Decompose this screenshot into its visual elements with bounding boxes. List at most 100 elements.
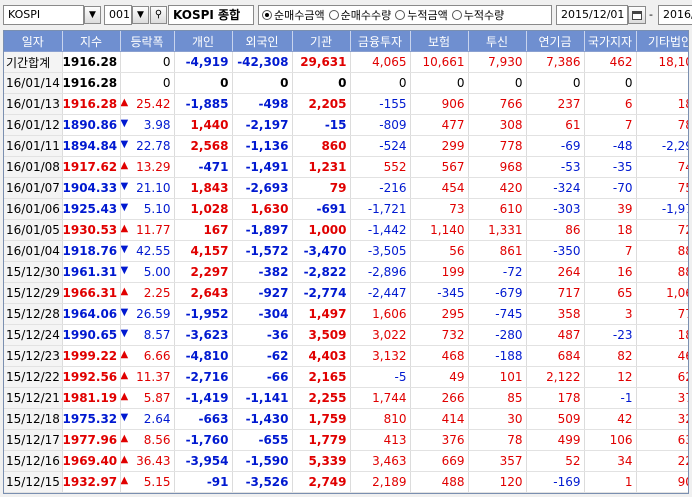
end-date-input[interactable]: 2016/ <box>658 5 692 25</box>
change-value: 36.43 <box>136 454 171 468</box>
table-row[interactable]: 16/01/05 1930.53 ▲ 11.77 167 -1,897 1,000 -1,44… <box>4 219 688 241</box>
value-cell: 1,630 <box>232 198 293 220</box>
start-date-input[interactable]: 2015/12/01 <box>556 5 628 25</box>
value-cell: -91 <box>174 471 233 493</box>
table-row[interactable]: 15/12/24 1990.65 ▼ 8.57 -3,623 -36 3,509 3,022 7… <box>4 324 688 346</box>
change-value: 21.10 <box>136 181 171 195</box>
table-row[interactable]: 16/01/06 1925.43 ▼ 5.10 1,028 1,630 -691 -1,721… <box>4 198 688 220</box>
table-row[interactable]: 15/12/29 1966.31 ▲ 2.25 2,643 -927 -2,774 -2,44… <box>4 282 688 304</box>
triangle-down-icon: ▼ <box>120 181 129 192</box>
table-row[interactable]: 15/12/28 1964.06 ▼ 26.59 -1,952 -304 1,497 1,60… <box>4 303 688 325</box>
code-input[interactable]: 001 <box>104 5 132 25</box>
column-header[interactable]: 등락폭 <box>120 31 175 52</box>
column-header[interactable]: 투신 <box>468 31 527 52</box>
index-cell: 1932.97 <box>62 471 121 493</box>
table-row[interactable]: 16/01/07 1904.33 ▼ 21.10 1,843 -2,693 79 -216 45… <box>4 177 688 199</box>
date-cell: 15/12/23 <box>4 345 63 367</box>
table-row[interactable]: 15/12/141927.82▼20.80-1,478-2,6213,4362,… <box>4 492 688 493</box>
table-row[interactable]: 15/12/16 1969.40 ▲ 36.43 -3,954 -1,590 5,339 3,… <box>4 450 688 472</box>
date-cell: 16/01/07 <box>4 177 63 199</box>
value-cell: 18,100 <box>636 51 688 73</box>
radio-option[interactable]: 누적금액 <box>395 7 448 23</box>
table-row[interactable]: 15/12/30 1961.31 ▼ 5.00 2,297 -382 -2,822 -2,89… <box>4 261 688 283</box>
table-row[interactable]: 15/12/23 1999.22 ▲ 6.66 -4,810 -62 4,403 3,132 4… <box>4 345 688 367</box>
value-cell: -1,491 <box>232 156 293 178</box>
column-header[interactable]: 금융투자 <box>350 31 411 52</box>
calendar-icon[interactable] <box>628 6 646 24</box>
table-row[interactable]: 기간합계 1916.28 0 -4,919 -42,308 29,631 4,065 10,6… <box>4 51 688 73</box>
table-row[interactable]: 16/01/08 1917.62 ▲ 13.29 -471 -1,491 1,231 552 5… <box>4 156 688 178</box>
date-range-separator: - <box>649 8 653 21</box>
date-cell: 15/12/21 <box>4 387 63 409</box>
index-cell: 1925.43 <box>62 198 121 220</box>
column-header[interactable]: 국가지자 <box>584 31 637 52</box>
change-value: 42.55 <box>136 244 171 258</box>
radio-option[interactable]: 순매수수량 <box>328 7 391 23</box>
table-row[interactable]: 16/01/04 1918.76 ▼ 42.55 4,157 -1,572 -3,470 -3… <box>4 240 688 262</box>
value-cell: -1,442 <box>350 219 411 241</box>
radio-option[interactable]: 누적수량 <box>451 7 504 23</box>
value-cell: 82 <box>584 345 637 367</box>
search-button[interactable]: ⚲ <box>150 6 167 24</box>
index-cell: 1992.56 <box>62 366 121 388</box>
search-icon: ⚲ <box>154 9 163 20</box>
table-row[interactable]: 16/01/11 1894.84 ▼ 22.78 2,568 -1,136 860 -524 2… <box>4 135 688 157</box>
value-cell: 16 <box>584 261 637 283</box>
table-row[interactable]: 16/01/13 1916.28 ▲ 25.42 -1,885 -498 2,205 -155… <box>4 93 688 115</box>
change-cell: ▲ 13.29 <box>120 156 175 178</box>
value-cell: 79 <box>292 177 351 199</box>
value-cell: 2,568 <box>174 135 233 157</box>
triangle-down-icon: ▼ <box>120 328 129 339</box>
value-cell: -304 <box>232 303 293 325</box>
index-cell: 1966.31 <box>62 282 121 304</box>
triangle-up-icon: ▲ <box>120 349 129 360</box>
value-cell: -188 <box>468 345 527 367</box>
column-header[interactable]: 일자 <box>4 31 63 52</box>
table-row[interactable]: 15/12/15 1932.97 ▲ 5.15 -91 -3,526 2,749 2,189 4… <box>4 471 688 493</box>
value-cell: 167 <box>174 219 233 241</box>
value-cell: 264 <box>526 261 585 283</box>
value-cell: 462 <box>584 51 637 73</box>
column-header[interactable]: 기관 <box>292 31 351 52</box>
date-cell: 15/12/15 <box>4 471 63 493</box>
column-header[interactable]: 보험 <box>410 31 469 52</box>
value-cell: -15 <box>292 114 351 136</box>
table-row[interactable]: 16/01/141916.280000000000 <box>4 72 688 94</box>
date-cell: 16/01/12 <box>4 114 63 136</box>
value-cell: -1,952 <box>174 303 233 325</box>
value-cell: 39 <box>584 198 637 220</box>
change-cell: ▼ 5.00 <box>120 261 175 283</box>
code-dropdown-button[interactable]: ▼ <box>132 6 149 24</box>
table-row[interactable]: 15/12/21 1981.19 ▲ 5.87 -1,419 -1,141 2,255 1,7… <box>4 387 688 409</box>
change-cell: ▲ 25.42 <box>120 93 175 115</box>
value-cell: -3,505 <box>350 240 411 262</box>
change-value: 5.87 <box>143 391 171 405</box>
value-cell: 4,157 <box>174 240 233 262</box>
table-row[interactable]: 16/01/12 1890.86 ▼ 3.98 1,440 -2,197 -15 -809 47… <box>4 114 688 136</box>
column-header[interactable]: 개인 <box>174 31 233 52</box>
date-cell: 15/12/18 <box>4 408 63 430</box>
column-header[interactable]: 연기금 <box>526 31 585 52</box>
value-cell: 3,132 <box>350 345 411 367</box>
radio-option[interactable]: 순매수금액 <box>262 7 325 23</box>
market-select[interactable]: KOSPI <box>3 5 84 25</box>
value-cell: 10,661 <box>410 51 469 73</box>
column-header[interactable]: 기타법인 <box>636 31 688 52</box>
value-cell: 101 <box>468 366 527 388</box>
market-dropdown-button[interactable]: ▼ <box>84 6 101 24</box>
value-cell: 420 <box>468 177 527 199</box>
column-header[interactable]: 외국인 <box>232 31 293 52</box>
value-cell: 178 <box>526 387 585 409</box>
value-cell: 3,022 <box>350 324 411 346</box>
column-header[interactable]: 지수 <box>62 31 121 52</box>
date-cell: 16/01/13 <box>4 93 63 115</box>
table-row[interactable]: 15/12/18 1975.32 ▼ 2.64 -663 -1,430 1,759 810 41… <box>4 408 688 430</box>
value-cell: -1,430 <box>232 408 293 430</box>
table-row[interactable]: 15/12/17 1977.96 ▲ 8.56 -1,760 -655 1,779 413 37… <box>4 429 688 451</box>
value-cell: 0 <box>526 72 585 94</box>
table-row[interactable]: 15/12/22 1992.56 ▲ 11.37 -2,716 -66 2,165 -5 49 1… <box>4 366 688 388</box>
change-cell: ▼ 8.57 <box>120 324 175 346</box>
change-cell: ▼ 3.98 <box>120 114 175 136</box>
value-cell: 3 <box>584 303 637 325</box>
value-cell: -1,590 <box>232 450 293 472</box>
